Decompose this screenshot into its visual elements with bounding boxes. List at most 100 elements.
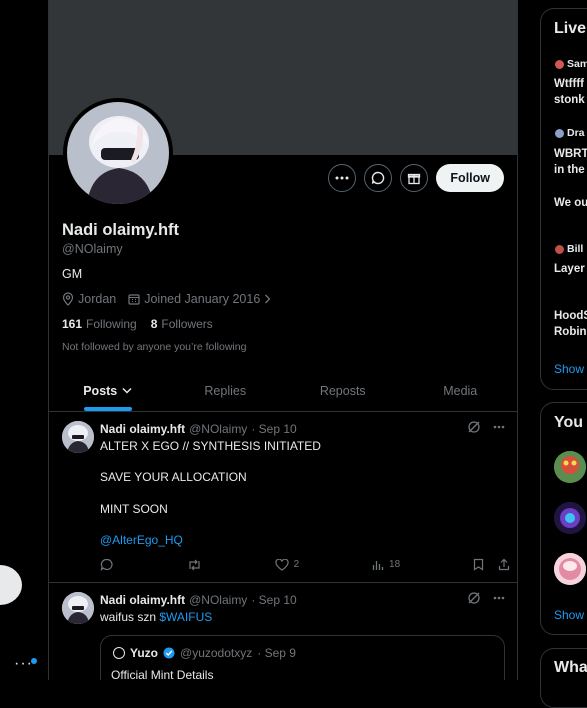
space-title-line[interactable]: WBRT	[554, 147, 587, 162]
tab-label: Posts	[83, 383, 118, 398]
right-sidebar: Live Sam Wtffff stonk Dra WBRT in the We…	[540, 0, 587, 708]
followers-count: 8	[150, 317, 158, 331]
tweet-header: Nadi olaimy.hft @NOlaimy · Sep 10	[100, 593, 297, 607]
more-horizontal-icon	[335, 176, 349, 180]
host-name: Bill	[567, 243, 584, 255]
tweet-item[interactable]: Nadi olaimy.hft @NOlaimy · Sep 10 ALTER …	[49, 412, 517, 583]
suggested-user-avatar[interactable]	[554, 553, 586, 585]
follow-stats: 161 Following 8 Followers	[62, 317, 213, 331]
suggested-user-avatar[interactable]	[554, 451, 586, 483]
message-button[interactable]	[364, 164, 393, 192]
tweet-text-body: waifus szn	[100, 610, 157, 624]
live-show-more-link[interactable]: Show	[554, 362, 584, 376]
repost-icon	[189, 559, 200, 570]
suggested-user-avatar[interactable]	[554, 502, 586, 534]
tweet-avatar[interactable]	[62, 421, 94, 453]
gift-icon	[408, 173, 421, 185]
chat-bubble-icon	[372, 171, 385, 185]
host-avatar	[555, 59, 564, 69]
space-title-line[interactable]: Robin	[554, 325, 587, 340]
quoted-text: Official Mint Details	[111, 668, 214, 680]
quoted-author-handle[interactable]: @yuzodotxyz	[180, 646, 252, 660]
chevron-down-icon	[122, 387, 132, 394]
host-avatar	[555, 244, 564, 254]
who-to-follow-title: You	[554, 414, 584, 431]
not-followed-note: Not followed by anyone you’re following	[62, 341, 247, 353]
tweet-action-bar: 2 18	[100, 558, 510, 571]
tweet-author-name[interactable]: Nadi olaimy.hft	[100, 422, 185, 436]
reply-icon	[100, 558, 113, 571]
tweet-time[interactable]: · Sep 10	[251, 593, 296, 607]
joined-text: Joined January 2016	[144, 292, 261, 306]
tweet-header: Nadi olaimy.hft @NOlaimy · Sep 10	[100, 422, 297, 436]
tweet-time[interactable]: · Sep 10	[251, 422, 296, 436]
following-count: 161	[62, 317, 83, 331]
subscribe-button[interactable]	[400, 164, 429, 192]
more-options-button[interactable]	[328, 164, 357, 192]
reply-button[interactable]	[100, 558, 114, 571]
space-title-line[interactable]: stonk	[554, 93, 585, 108]
tab-replies[interactable]: Replies	[167, 370, 285, 411]
tweet-text-line: MINT SOON	[100, 502, 168, 516]
quoted-time[interactable]: · Sep 9	[257, 646, 296, 660]
who-to-follow-card: You Show	[540, 402, 587, 635]
space-title-line[interactable]: in the	[554, 163, 585, 178]
analytics-icon	[372, 560, 384, 570]
profile-name: Nadi olaimy.hft	[62, 221, 180, 239]
more-horizontal-icon[interactable]	[493, 425, 505, 429]
tweet-author-handle[interactable]: @NOlaimy	[189, 593, 247, 607]
follow-show-more-link[interactable]: Show	[554, 608, 584, 622]
tweet-avatar[interactable]	[62, 592, 94, 624]
post-fab-button[interactable]	[0, 565, 22, 605]
joined-item[interactable]: Joined January 2016	[128, 292, 271, 306]
more-horizontal-icon[interactable]	[493, 596, 505, 600]
followers-label: Followers	[161, 317, 213, 331]
follow-button[interactable]: Follow	[436, 164, 504, 192]
space-title-line[interactable]: HoodS	[554, 309, 587, 324]
quoted-author-name[interactable]: Yuzo	[130, 646, 158, 660]
quoted-tweet[interactable]: Yuzo @yuzodotxyz · Sep 9 Official Mint D…	[100, 635, 505, 680]
avatar-image	[554, 502, 586, 534]
quoted-tweet-header: Yuzo @yuzodotxyz · Sep 9	[113, 646, 296, 660]
space-host[interactable]: Bill	[555, 243, 583, 255]
profile-bio: GM	[62, 267, 83, 281]
space-host[interactable]: Dra	[555, 127, 585, 139]
more-dots-icon[interactable]: ···	[14, 655, 33, 673]
tab-media[interactable]: Media	[402, 370, 518, 411]
location-item: Jordan	[62, 292, 116, 306]
profile-avatar[interactable]	[63, 98, 173, 208]
like-count: 2	[293, 559, 300, 570]
profile-handle: @NOlaimy	[62, 242, 123, 256]
host-name: Dra	[567, 127, 585, 139]
view-count: 18	[389, 559, 401, 570]
followers-link[interactable]: 8 Followers	[151, 317, 213, 331]
bookmark-icon[interactable]	[473, 558, 484, 571]
space-host[interactable]: Sam	[555, 58, 587, 70]
space-title-line[interactable]: We ou	[554, 196, 587, 211]
repost-button[interactable]	[187, 559, 202, 571]
views-button[interactable]: 18	[372, 559, 400, 571]
share-icon[interactable]	[498, 558, 510, 571]
following-link[interactable]: 161 Following	[62, 317, 137, 331]
tweet-avatar-image	[62, 421, 94, 453]
verified-badge-icon	[163, 647, 175, 659]
space-title-line[interactable]: Wtffff	[554, 77, 584, 92]
tweet-mention-link[interactable]: @AlterEgo_HQ	[100, 533, 183, 547]
space-title-line[interactable]: Layer	[554, 262, 585, 277]
active-tab-indicator	[83, 407, 132, 411]
tab-posts[interactable]: Posts	[49, 370, 167, 411]
quoted-avatar[interactable]	[113, 647, 125, 659]
cashtag-link[interactable]: $WAIFUS	[159, 610, 212, 624]
tweet-author-name[interactable]: Nadi olaimy.hft	[100, 593, 185, 607]
like-button[interactable]: 2	[275, 558, 300, 571]
tab-reposts[interactable]: Reposts	[284, 370, 402, 411]
tweet-end-actions	[473, 558, 510, 571]
profile-meta: Jordan Joined January 2016	[62, 292, 271, 306]
grok-icon[interactable]	[467, 420, 481, 434]
live-spaces-card: Live Sam Wtffff stonk Dra WBRT in the We…	[540, 8, 587, 390]
tweet-author-handle[interactable]: @NOlaimy	[189, 422, 247, 436]
location-pin-icon	[62, 292, 74, 306]
host-name: Sam	[567, 58, 587, 70]
grok-icon[interactable]	[467, 591, 481, 605]
avatar-image	[554, 553, 586, 585]
